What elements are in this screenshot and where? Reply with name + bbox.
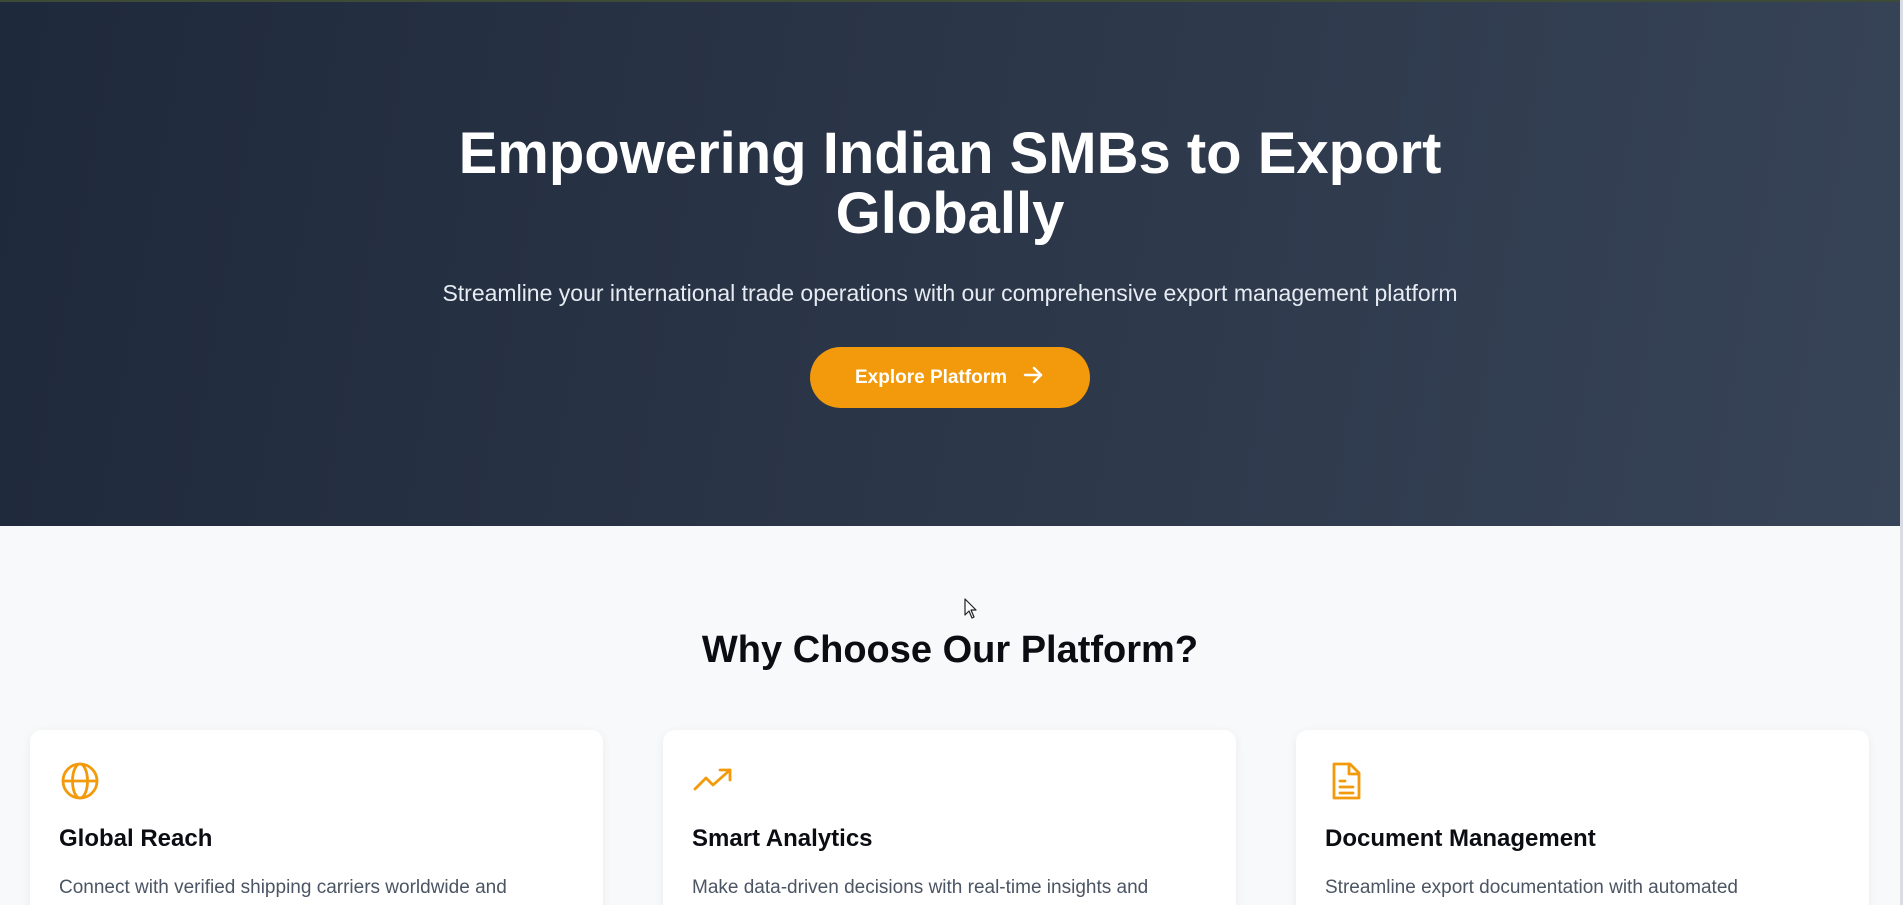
features-section-title: Why Choose Our Platform? bbox=[701, 629, 1199, 671]
explore-platform-label: Explore Platform bbox=[854, 366, 1008, 388]
feature-card-smart-analytics: Smart Analytics Make data-driven decisio… bbox=[663, 730, 1236, 905]
feature-card-description: Make data-driven decisions with real-tim… bbox=[692, 877, 1149, 898]
feature-card-title: Global Reach bbox=[59, 825, 213, 852]
feature-card-title: Smart Analytics bbox=[692, 825, 873, 852]
feature-card-description: Connect with verified shipping carriers … bbox=[59, 877, 507, 898]
hero-title: Empowering Indian SMBs to Export Globall… bbox=[458, 121, 1442, 246]
mouse-cursor-icon bbox=[964, 598, 978, 620]
hero-section: Empowering Indian SMBs to Export Globall… bbox=[0, 0, 1900, 526]
arrow-right-icon bbox=[1021, 363, 1045, 393]
explore-platform-button[interactable]: Explore Platform bbox=[810, 347, 1090, 408]
feature-card-global-reach: Global Reach Connect with verified shipp… bbox=[30, 730, 603, 905]
trending-up-icon bbox=[692, 760, 734, 802]
feature-card-title: Document Management bbox=[1325, 825, 1596, 852]
landing-page: Empowering Indian SMBs to Export Globall… bbox=[0, 0, 1903, 905]
hero-subtitle: Streamline your international trade oper… bbox=[442, 280, 1458, 306]
globe-icon bbox=[59, 760, 101, 802]
feature-card-document-management: Document Management Streamline export do… bbox=[1296, 730, 1869, 905]
document-icon bbox=[1325, 760, 1367, 802]
feature-card-description: Streamline export documentation with aut… bbox=[1325, 877, 1738, 898]
